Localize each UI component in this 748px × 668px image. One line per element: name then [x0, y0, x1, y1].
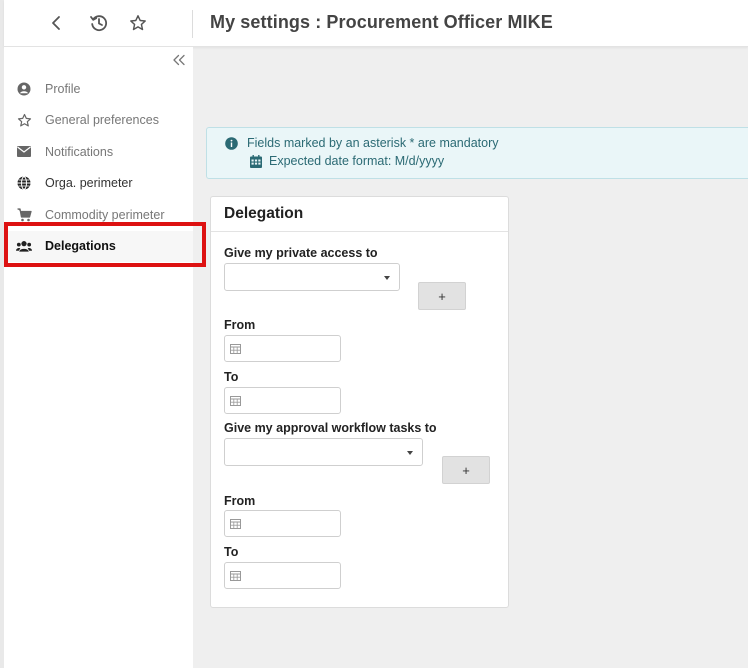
- approval-label: Give my approval workflow tasks to: [224, 421, 437, 435]
- delegation-panel: Delegation Give my private access to + F…: [210, 196, 509, 608]
- sidebar-item-label: Delegations: [45, 239, 116, 254]
- mandatory-note: Fields marked by an asterisk * are manda…: [224, 136, 499, 150]
- caret-down-icon: [407, 451, 413, 455]
- calendar-icon: [230, 571, 241, 581]
- history-button[interactable]: [86, 10, 112, 36]
- add-approval-button[interactable]: +: [442, 456, 490, 484]
- sidebar-item-profile[interactable]: Profile: [4, 73, 193, 105]
- back-button[interactable]: [43, 10, 69, 36]
- to-label: To: [224, 545, 239, 559]
- favorite-button[interactable]: [125, 10, 151, 36]
- to-label: To: [224, 370, 239, 384]
- star-outline-icon: [130, 15, 146, 31]
- sidebar-item-label: Commodity perimeter: [45, 207, 165, 222]
- add-private-access-button[interactable]: +: [418, 282, 466, 310]
- top-bar: My settings : Procurement Officer MIKE: [4, 0, 748, 47]
- info-circle-icon: [224, 136, 238, 150]
- sidebar-item-notifications[interactable]: Notifications: [4, 136, 193, 168]
- info-message: Fields marked by an asterisk * are manda…: [206, 127, 748, 179]
- private-access-label: Give my private access to: [224, 246, 378, 260]
- caret-down-icon: [384, 276, 390, 280]
- envelope-icon: [16, 144, 32, 160]
- chevron-left-icon: [52, 16, 60, 30]
- star-outline-icon: [16, 112, 32, 128]
- private-to-date-input[interactable]: [224, 387, 341, 414]
- approval-to-date-input[interactable]: [224, 562, 341, 589]
- sidebar-item-general-preferences[interactable]: General preferences: [4, 105, 193, 137]
- sidebar-item-label: Orga. perimeter: [45, 176, 133, 191]
- cart-icon: [16, 207, 32, 223]
- panel-title: Delegation: [211, 197, 508, 232]
- globe-icon: [16, 175, 32, 191]
- sidebar-item-label: Profile: [45, 81, 81, 96]
- header-divider: [192, 10, 193, 38]
- calendar-icon: [230, 344, 241, 354]
- user-circle-icon: [16, 81, 32, 97]
- sidebar-item-delegations[interactable]: Delegations: [4, 230, 193, 262]
- date-format-note: Expected date format: M/d/yyyy: [249, 154, 444, 168]
- calendar-icon: [230, 519, 241, 529]
- sidebar-item-label: Notifications: [45, 144, 114, 159]
- private-from-date-input[interactable]: [224, 335, 341, 362]
- users-icon: [16, 238, 32, 254]
- from-label: From: [224, 318, 256, 332]
- approval-select[interactable]: [224, 438, 423, 466]
- mandatory-text: Fields marked by an asterisk * are manda…: [247, 136, 499, 150]
- collapse-sidebar-button[interactable]: [171, 52, 187, 68]
- private-access-select[interactable]: [224, 263, 400, 291]
- settings-menu: Profile General preferences Notification…: [4, 73, 193, 262]
- sidebar: Profile General preferences Notification…: [4, 47, 193, 668]
- page-title: My settings : Procurement Officer MIKE: [210, 12, 553, 32]
- calendar-icon: [249, 154, 263, 168]
- sidebar-item-label: General preferences: [45, 113, 159, 128]
- calendar-icon: [230, 396, 241, 406]
- approval-from-date-input[interactable]: [224, 510, 341, 537]
- date-format-text: Expected date format: M/d/yyyy: [269, 154, 445, 168]
- double-chevron-left-icon: [173, 54, 185, 66]
- from-label: From: [224, 494, 256, 508]
- sidebar-item-commodity-perimeter[interactable]: Commodity perimeter: [4, 199, 193, 231]
- sidebar-item-orga-perimeter[interactable]: Orga. perimeter: [4, 168, 193, 200]
- history-icon: [90, 15, 108, 32]
